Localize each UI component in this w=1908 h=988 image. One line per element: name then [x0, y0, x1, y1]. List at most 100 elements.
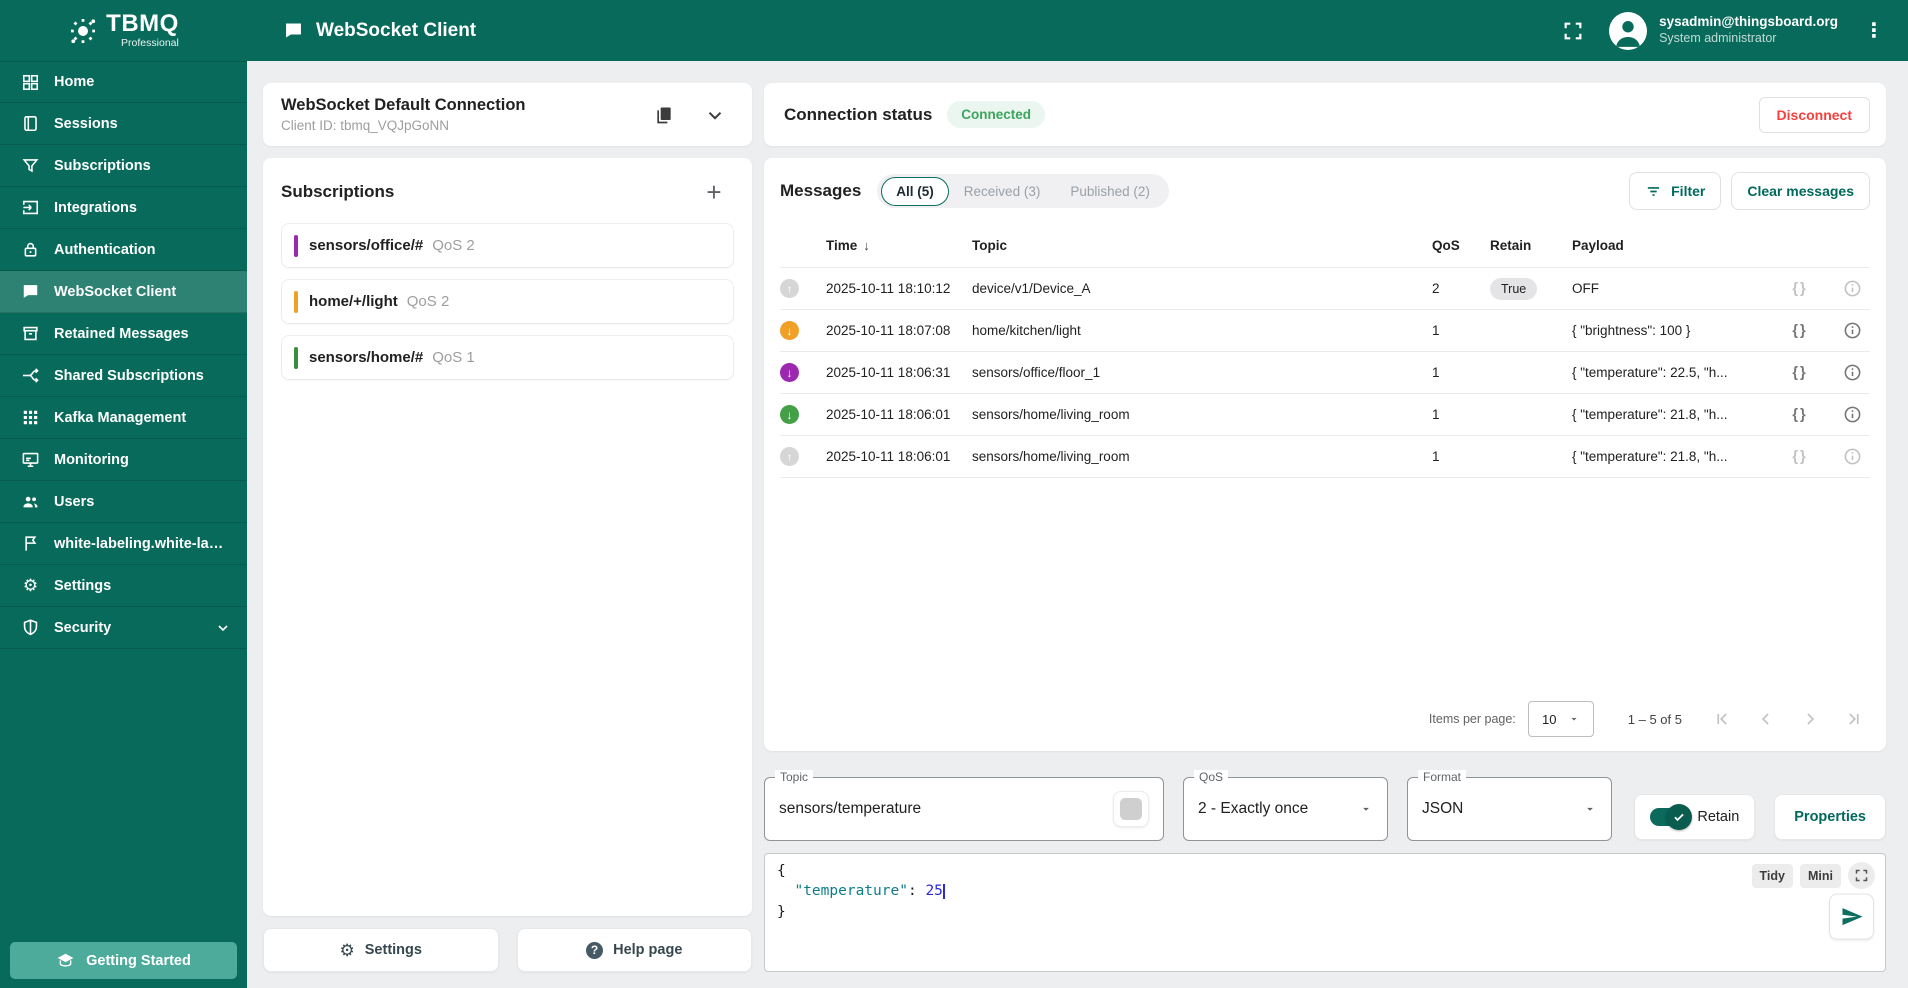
tidy-button[interactable]: Tidy	[1751, 863, 1793, 888]
expand-connection-chevron-icon[interactable]	[704, 104, 726, 126]
send-message-button[interactable]	[1829, 893, 1874, 940]
fullscreen-button[interactable]	[1553, 11, 1593, 51]
top-bar: WebSocket Client sysadmin@thingsboard.or…	[247, 0, 1908, 61]
view-payload-json-icon[interactable]: {}	[1792, 323, 1807, 339]
sidebar-item-websocket-client[interactable]: WebSocket Client	[0, 271, 247, 313]
help-page-button[interactable]: ? Help page	[516, 928, 752, 972]
info-icon[interactable]	[1843, 363, 1862, 382]
lock-icon	[21, 240, 40, 259]
subscriptions-title: Subscriptions	[281, 182, 395, 201]
payload-editor[interactable]: { "temperature": 25} Tidy Mini	[764, 853, 1886, 972]
sidebar-item-users[interactable]: Users	[0, 481, 247, 523]
archive-icon	[21, 324, 40, 343]
properties-button[interactable]: Properties	[1774, 794, 1886, 840]
clear-messages-button[interactable]: Clear messages	[1731, 172, 1870, 210]
editor-code[interactable]: { "temperature": 25}	[777, 861, 1873, 922]
subscription-item[interactable]: sensors/home/# QoS 1	[281, 335, 734, 380]
settings-button[interactable]: ⚙ Settings	[263, 928, 499, 972]
info-icon[interactable]	[1843, 279, 1862, 298]
retain-toggle[interactable]: Retain	[1634, 794, 1756, 840]
topic-color-picker-button[interactable]	[1113, 791, 1149, 827]
connection-status-label: Connection status	[784, 104, 933, 124]
subscription-item[interactable]: home/+/light QoS 2	[281, 279, 734, 324]
sidebar-item-integrations[interactable]: Integrations	[0, 187, 247, 229]
published-arrow-up-icon: ↑	[780, 279, 799, 298]
dashboard-icon	[21, 73, 40, 92]
column-topic[interactable]: Topic	[972, 238, 1432, 253]
next-page-icon[interactable]	[1800, 709, 1820, 729]
editor-fullscreen-icon[interactable]	[1848, 862, 1875, 889]
messages-filter-tabs: All (5) Received (3) Published (2)	[877, 174, 1169, 208]
column-qos[interactable]: QoS	[1432, 238, 1490, 253]
sidebar-item-security[interactable]: Security	[0, 607, 247, 649]
column-retain[interactable]: Retain	[1490, 238, 1572, 253]
status-badge: Connected	[947, 101, 1046, 128]
previous-page-icon[interactable]	[1756, 709, 1776, 729]
sidebar-item-settings[interactable]: ⚙ Settings	[0, 565, 247, 607]
disconnect-button[interactable]: Disconnect	[1758, 96, 1870, 133]
format-value: JSON	[1422, 800, 1464, 817]
filter-button[interactable]: Filter	[1629, 172, 1722, 210]
column-payload[interactable]: Payload	[1572, 238, 1772, 253]
tab-published[interactable]: Published (2)	[1055, 177, 1165, 206]
last-page-icon[interactable]	[1844, 709, 1864, 729]
view-payload-json-icon[interactable]: {}	[1792, 449, 1807, 465]
topic-field[interactable]: Topic sensors/temperature	[764, 770, 1164, 841]
sidebar-item-kafka-management[interactable]: Kafka Management	[0, 397, 247, 439]
sidebar-item-home[interactable]: Home	[0, 61, 247, 103]
copy-icon[interactable]	[654, 105, 674, 125]
sidebar-item-sessions[interactable]: Sessions	[0, 103, 247, 145]
mini-button[interactable]: Mini	[1800, 863, 1841, 888]
user-role: System administrator	[1659, 31, 1777, 46]
messages-table: Time ↓ Topic QoS Retain Payload ↑ 2025-10…	[780, 224, 1870, 478]
sessions-book-icon	[21, 114, 40, 133]
help-icon: ?	[586, 941, 604, 959]
info-icon[interactable]	[1843, 321, 1862, 340]
sidebar-item-authentication[interactable]: Authentication	[0, 229, 247, 271]
table-row[interactable]: ↓ 2025-10-11 18:06:31 sensors/office/flo…	[780, 352, 1870, 394]
view-payload-json-icon[interactable]: {}	[1792, 407, 1807, 423]
sidebar-item-shared-subscriptions[interactable]: Shared Subscriptions	[0, 355, 247, 397]
caret-down-icon	[1568, 713, 1580, 725]
table-row[interactable]: ↑ 2025-10-11 18:10:12 device/v1/Device_A…	[780, 268, 1870, 310]
getting-started-button[interactable]: Getting Started	[10, 942, 237, 979]
table-row[interactable]: ↓ 2025-10-11 18:06:01 sensors/home/livin…	[780, 394, 1870, 436]
info-icon[interactable]	[1843, 405, 1862, 424]
subscription-color-bar	[294, 234, 298, 257]
qos-select[interactable]: QoS 2 - Exactly once	[1183, 770, 1388, 841]
connection-card[interactable]: WebSocket Default Connection Client ID: …	[263, 83, 752, 146]
published-arrow-up-icon: ↑	[780, 447, 799, 466]
sidebar-item-subscriptions[interactable]: Subscriptions	[0, 145, 247, 187]
chevron-down-icon	[215, 620, 231, 636]
funnel-icon	[21, 156, 40, 175]
add-subscription-plus-icon[interactable]: +	[694, 172, 734, 212]
subscription-item[interactable]: sensors/office/# QoS 2	[281, 223, 734, 268]
tab-received[interactable]: Received (3)	[949, 177, 1056, 206]
sidebar-item-white-labeling[interactable]: white-labeling.white-labeli...	[0, 523, 247, 565]
first-page-icon[interactable]	[1712, 709, 1732, 729]
topic-value: sensors/temperature	[779, 800, 922, 817]
items-per-page-select[interactable]: 10	[1527, 701, 1594, 737]
brand-logo[interactable]: TBMQ Professional	[0, 0, 247, 61]
user-info[interactable]: sysadmin@thingsboard.org System administ…	[1659, 14, 1838, 47]
sidebar-item-retained-messages[interactable]: Retained Messages	[0, 313, 247, 355]
user-avatar[interactable]	[1609, 11, 1648, 50]
pagination: Items per page: 10 1 – 5 of 5	[780, 701, 1870, 741]
sidebar-item-monitoring[interactable]: Monitoring	[0, 439, 247, 481]
json-key: "temperature"	[794, 883, 908, 900]
messages-panel: Messages All (5) Received (3) Published …	[764, 158, 1886, 751]
table-row[interactable]: ↓ 2025-10-11 18:07:08 home/kitchen/light…	[780, 310, 1870, 352]
subscriptions-panel: Subscriptions + sensors/office/# QoS 2 h…	[263, 158, 752, 916]
format-select[interactable]: Format JSON	[1407, 770, 1612, 841]
flag-icon	[21, 534, 40, 553]
column-time[interactable]: Time ↓	[826, 238, 972, 253]
table-header-row: Time ↓ Topic QoS Retain Payload	[780, 224, 1870, 268]
kebab-menu-icon[interactable]: ⋮	[1854, 11, 1894, 51]
view-payload-json-icon[interactable]: {}	[1792, 365, 1807, 381]
table-row[interactable]: ↑ 2025-10-11 18:06:01 sensors/home/livin…	[780, 436, 1870, 478]
view-payload-json-icon[interactable]: {}	[1792, 281, 1807, 297]
json-value: 25	[925, 883, 943, 900]
items-per-page-label: Items per page:	[1428, 712, 1516, 726]
tab-all[interactable]: All (5)	[881, 176, 949, 206]
info-icon[interactable]	[1843, 447, 1862, 466]
